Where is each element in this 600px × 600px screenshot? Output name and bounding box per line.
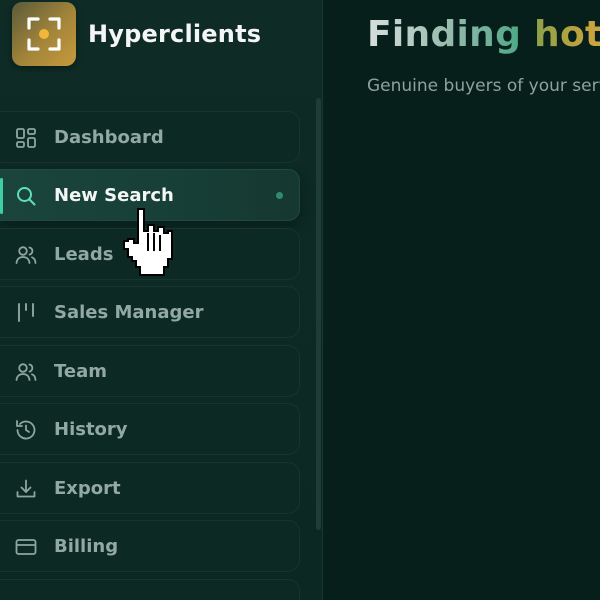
- brand[interactable]: Hyperclients: [12, 2, 261, 66]
- active-indicator-dot: [276, 192, 283, 199]
- page-title-part1: Finding: [367, 14, 535, 55]
- download-icon: [14, 477, 38, 501]
- sidebar-item-label: Team: [54, 361, 107, 382]
- main-content: Finding hot l Genuine buyers of your ser…: [323, 0, 600, 600]
- kanban-columns-icon: [14, 301, 38, 325]
- team-icon: [14, 360, 38, 384]
- search-icon: [14, 184, 38, 208]
- sidebar-item-dashboard[interactable]: Dashboard: [0, 111, 300, 163]
- page-subtitle: Genuine buyers of your serv: [367, 76, 600, 96]
- sidebar-scrollbar[interactable]: [316, 98, 321, 530]
- page-title: Finding hot l: [367, 14, 600, 55]
- sidebar-item-label: Leads: [54, 244, 114, 265]
- sidebar-item-label: Billing: [54, 536, 119, 557]
- logo-icon: [12, 2, 76, 66]
- sidebar-item-partial[interactable]: [0, 579, 300, 600]
- brand-name: Hyperclients: [88, 20, 262, 48]
- history-icon: [14, 418, 38, 442]
- sidebar-item-label: New Search: [54, 185, 174, 206]
- sidebar-item-team[interactable]: Team: [0, 345, 300, 397]
- sidebar-item-label: Dashboard: [54, 127, 164, 148]
- sidebar-item-label: Sales Manager: [54, 302, 204, 323]
- dashboard-grid-icon: [14, 126, 38, 150]
- sidebar-item-label: History: [54, 419, 128, 440]
- sidebar-item-leads[interactable]: Leads: [0, 228, 300, 280]
- sidebar-item-billing[interactable]: Billing: [0, 520, 300, 572]
- sidebar: Hyperclients Dashboard New Search Leads …: [0, 0, 323, 600]
- app-window: Hyperclients Dashboard New Search Leads …: [0, 0, 600, 600]
- sidebar-item-sales-manager[interactable]: Sales Manager: [0, 286, 300, 338]
- sidebar-item-export[interactable]: Export: [0, 462, 300, 514]
- credit-card-icon: [14, 535, 38, 559]
- users-icon: [14, 243, 38, 267]
- sidebar-item-history[interactable]: History: [0, 403, 300, 455]
- sidebar-item-label: Export: [54, 478, 121, 499]
- sidebar-item-new-search[interactable]: New Search: [0, 169, 300, 221]
- page-title-part2: hot l: [534, 14, 600, 55]
